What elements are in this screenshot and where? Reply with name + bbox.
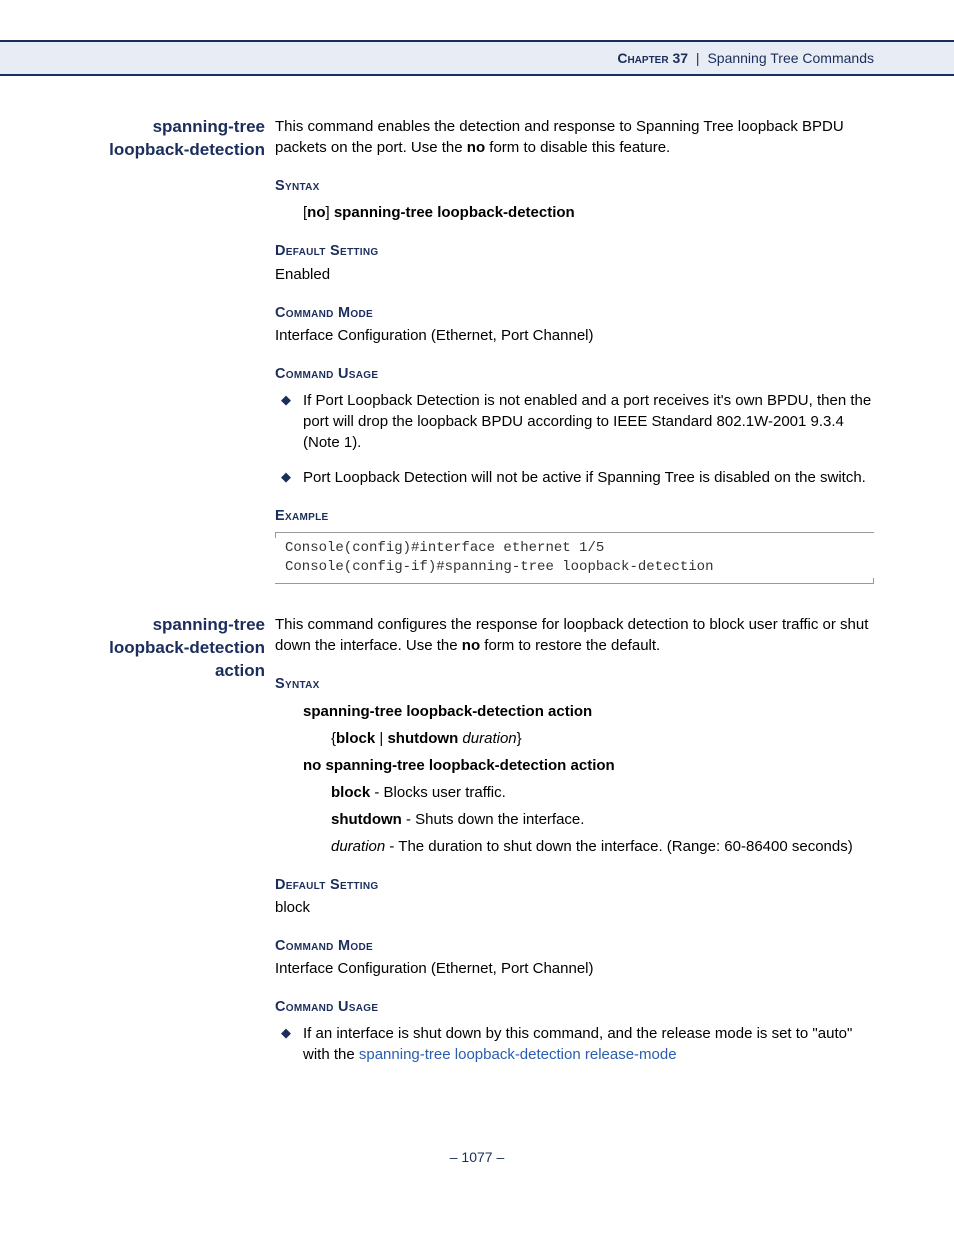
default-value: Enabled [275, 264, 874, 285]
list-item: If an interface is shut down by this com… [303, 1023, 874, 1065]
command-body: This command configures the response for… [275, 614, 874, 1079]
default-heading: Default Setting [275, 875, 874, 895]
page-body: spanning-tree loopback-detection This co… [0, 76, 954, 1129]
usage-list: If an interface is shut down by this com… [275, 1023, 874, 1065]
command-name: spanning-tree loopback-detection action [80, 614, 275, 683]
syntax-no-line: no spanning-tree loopback-detection acti… [303, 755, 874, 776]
command-description: This command configures the response for… [275, 614, 874, 656]
example-heading: Example [275, 506, 874, 526]
cross-reference-link[interactable]: spanning-tree loopback-detection release… [359, 1046, 677, 1063]
command-body: This command enables the detection and r… [275, 116, 874, 584]
default-heading: Default Setting [275, 241, 874, 261]
header-separator: | [696, 50, 700, 66]
list-item: If Port Loopback Detection is not enable… [303, 390, 874, 453]
syntax-line-2: {block | shutdown duration} [331, 728, 874, 749]
param-shutdown: shutdown - Shuts down the interface. [331, 809, 874, 830]
chapter-title: Spanning Tree Commands [707, 50, 874, 66]
command-entry: spanning-tree loopback-detection action … [80, 614, 874, 1079]
command-name: spanning-tree loopback-detection [80, 116, 275, 162]
page-number: 1077 [461, 1149, 492, 1165]
syntax-heading: Syntax [275, 176, 874, 196]
list-item: Port Loopback Detection will not be acti… [303, 467, 874, 488]
syntax-heading: Syntax [275, 674, 874, 694]
example-code: Console(config)#interface ethernet 1/5 C… [275, 532, 874, 584]
page-footer: – 1077 – [0, 1149, 954, 1165]
syntax-line-1: spanning-tree loopback-detection action [303, 701, 874, 722]
usage-heading: Command Usage [275, 997, 874, 1017]
param-duration: duration - The duration to shut down the… [331, 836, 874, 857]
page-header: Chapter 37 | Spanning Tree Commands [0, 40, 954, 76]
command-description: This command enables the detection and r… [275, 116, 874, 158]
param-block: block - Blocks user traffic. [331, 782, 874, 803]
syntax-text: [no] spanning-tree loopback-detection [303, 202, 874, 223]
default-value: block [275, 897, 874, 918]
mode-value: Interface Configuration (Ethernet, Port … [275, 325, 874, 346]
chapter-label: Chapter 37 [617, 50, 688, 66]
usage-heading: Command Usage [275, 364, 874, 384]
mode-heading: Command Mode [275, 936, 874, 956]
command-entry: spanning-tree loopback-detection This co… [80, 116, 874, 584]
mode-value: Interface Configuration (Ethernet, Port … [275, 958, 874, 979]
mode-heading: Command Mode [275, 303, 874, 323]
usage-list: If Port Loopback Detection is not enable… [275, 390, 874, 488]
